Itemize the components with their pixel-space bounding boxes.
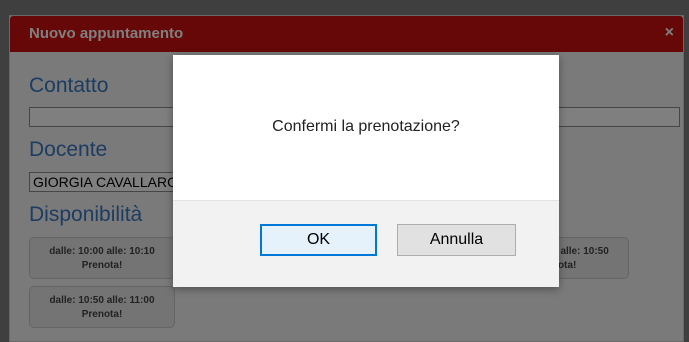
cancel-button[interactable]: Annulla	[397, 224, 516, 256]
ok-button[interactable]: OK	[260, 224, 377, 256]
dialog-footer: OK Annulla	[173, 200, 559, 287]
confirm-dialog: Confermi la prenotazione? OK Annulla	[173, 55, 559, 287]
dialog-message: Confermi la prenotazione?	[272, 118, 460, 135]
